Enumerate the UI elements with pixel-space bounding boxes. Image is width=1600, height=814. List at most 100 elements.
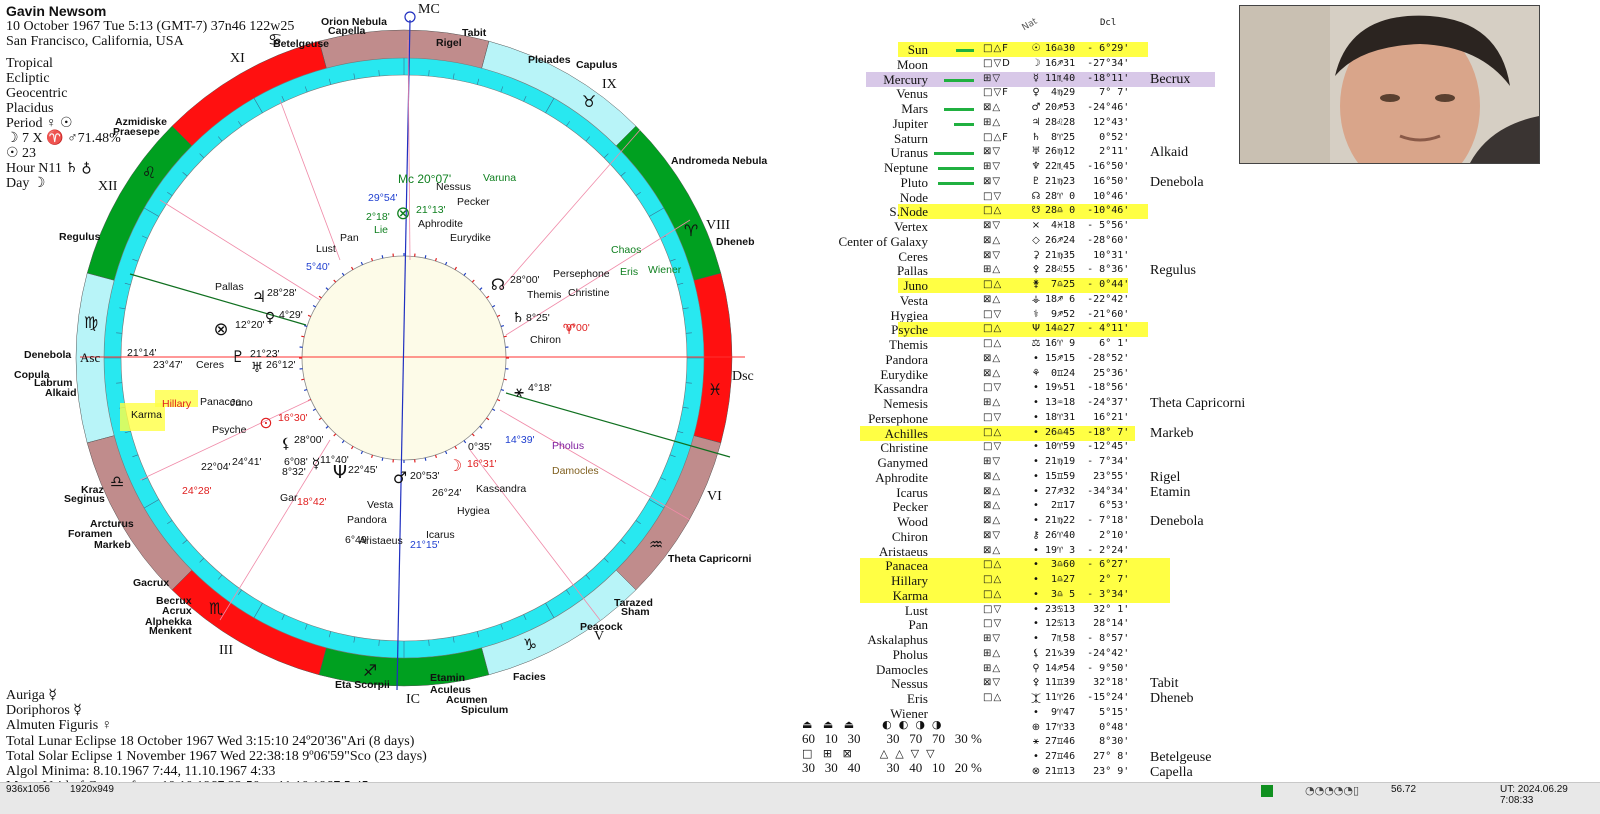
planet-row[interactable]: Eris□△⯰11♈26 -15°24'Dheneb	[800, 691, 1270, 706]
chart-point-label: Psyche	[212, 424, 247, 436]
planet-position: 21♍19 - 7°34'	[1045, 456, 1129, 467]
planet-position: 18♈31 16°21'	[1045, 412, 1129, 423]
planet-row[interactable]: Aphrodite⊠△•15♊59 23°55'Rigel	[800, 470, 1270, 485]
planet-row[interactable]: Ganymed⊞▽•21♍19 - 7°34'	[800, 455, 1270, 470]
planet-glyph-icon: •	[1026, 589, 1046, 600]
planet-row[interactable]: Chiron⊠▽⚷26♈40 2°10'	[800, 529, 1270, 544]
planet-row[interactable]: Ceres⊠▽⚳21♍35 10°31'	[800, 249, 1270, 264]
planet-glyph-icon: ◇	[1026, 235, 1046, 246]
aspect-symbols: ⊞▽	[983, 633, 1001, 644]
planet-row[interactable]: Damocles⊞△⚲14♐54 - 9°50'	[800, 662, 1270, 677]
planet-row[interactable]: Icarus⊠△•27♐32 -34°34'Etamin	[800, 485, 1270, 500]
planet-row[interactable]: Neptune⊞▽♆22♏45 -16°50'	[800, 160, 1270, 175]
planet-row[interactable]: Pandora⊠△•15♐15 -28°52'	[800, 352, 1270, 367]
planet-row[interactable]: Wood⊠△•21♍22 - 7°18'Denebola	[800, 514, 1270, 529]
planet-position: 15♊59 23°55'	[1045, 471, 1129, 482]
chart-point-label: 21°14'	[127, 347, 157, 359]
almuten-line: Almuten Figuris ♀	[6, 718, 112, 733]
planet-row[interactable]: Hygiea□▽⚕ 9♐52 -21°60'	[800, 308, 1270, 323]
planet-name: Vesta	[728, 293, 928, 309]
chart-point-label: 8°25'	[526, 312, 550, 324]
planet-position: 16♐31 -27°34'	[1045, 58, 1129, 69]
planet-glyph-icon: ♂	[1026, 102, 1046, 113]
planet-row[interactable]: Venus□▽F♀ 4♍29 7° 7'	[800, 86, 1270, 101]
aspect-symbols: ⊠△	[983, 235, 1001, 246]
planet-name: Themis	[728, 337, 928, 353]
planet-row[interactable]: Pecker⊠△• 2♊17 6°53'	[800, 499, 1270, 514]
status-green-indicator[interactable]	[1261, 785, 1273, 797]
aspect-symbols: □▽	[983, 382, 1002, 393]
planet-row[interactable]: Panacea□△• 3♎60 - 6°27'	[800, 558, 1270, 573]
aspect-symbols: □△	[983, 427, 1002, 438]
planet-row[interactable]: Uranus⊠▽♅26♍12 2°11'Alkaid	[800, 145, 1270, 160]
planet-row[interactable]: S.Node□△☋28♎ 0 -10°46'	[800, 204, 1270, 219]
aspect-symbols: ⊞▽	[983, 161, 1001, 172]
planet-position: 8♈25 0°52'	[1045, 132, 1129, 143]
planet-row[interactable]: Mars⊠△♂20♐53 -24°46'	[800, 101, 1270, 116]
fixed-star: Markeb	[1150, 426, 1194, 442]
planet-row[interactable]: Karma□△• 3♎ 5 - 3°34'	[800, 588, 1270, 603]
planet-row[interactable]: Eurydike⊠△⚘ 0♊24 25°36'	[800, 367, 1270, 382]
planet-position: 26♈40 2°10'	[1045, 530, 1129, 541]
status-zoom: 56.72	[1391, 784, 1416, 795]
inner-tick	[382, 255, 383, 258]
planet-row[interactable]: Pallas⊞△⚴28♌55 - 8°36'Regulus	[800, 263, 1270, 278]
planet-row[interactable]: Nessus⊠▽⚴11♊39 32°18'Tabit	[800, 676, 1270, 691]
chart-point-label: 28°28'	[267, 287, 297, 299]
planet-glyph-icon: ⚲	[1026, 663, 1046, 674]
aspect-symbols: □△	[983, 692, 1002, 703]
chart-point-label: Gar	[280, 492, 298, 504]
planet-glyph-icon: ⚹	[1026, 736, 1046, 747]
planet-row[interactable]: Pluto⊠▽♇21♍23 16°50'Denebola	[800, 175, 1270, 190]
planet-row[interactable]: Kassandra□▽•19♑51 -18°56'	[800, 381, 1270, 396]
planet-row[interactable]: Nemesis⊞△•13♒18 -24°37'Theta Capricorni	[800, 396, 1270, 411]
chart-point-label: Themis	[527, 289, 561, 301]
aspect-symbols: ⊞△	[983, 397, 1001, 408]
planet-row[interactable]: Psyche□△Ψ14♎27 - 4°11'	[800, 322, 1270, 337]
fixed-star: Rigel	[1150, 470, 1180, 486]
planet-row[interactable]: Pan□▽•12♋13 28°14'	[800, 617, 1270, 632]
status-toolbar-icons[interactable]: ◔◔◔◔◔▯	[1305, 784, 1359, 797]
planet-name: Nessus	[728, 676, 928, 692]
planet-row[interactable]: Moon□▽D☽16♐31 -27°34'	[800, 57, 1270, 72]
inner-tick	[504, 336, 507, 337]
planet-row[interactable]: Center of Galaxy⊠△◇26♐24 -28°60'	[800, 234, 1270, 249]
planet-name: Vertex	[728, 219, 928, 235]
aspect-symbols: ⊠▽	[983, 530, 1001, 541]
planet-row[interactable]: Node□▽☊28♈ 0 10°46'	[800, 190, 1270, 205]
planet-row[interactable]: Vertex⊠▽× 4♓18 - 5°56'	[800, 219, 1270, 234]
house-label: XI	[230, 51, 245, 66]
planet-glyph-icon: ☿	[1026, 73, 1046, 84]
planet-row[interactable]: Juno□△⚵ 7♎25 - 0°44'	[800, 278, 1270, 293]
planet-glyph-icon: ⊗	[1026, 766, 1046, 777]
star-label: Regulus	[59, 231, 101, 243]
planet-row[interactable]: Sun□△F☉16♎30 - 6°29'	[800, 42, 1270, 57]
planet-row[interactable]: Aristaeus⊠△•19♈ 3 - 2°24'	[800, 544, 1270, 559]
planet-row[interactable]: Vesta⊠△⚶18♐ 6 -22°42'	[800, 293, 1270, 308]
aspect-symbols: □△	[983, 559, 1002, 570]
chart-point-label: Varuna	[483, 172, 516, 184]
planet-row[interactable]: Lust□▽•23♋13 32° 1'	[800, 603, 1270, 618]
planet-row[interactable]: Themis□△⚖16♈ 9 6° 1'	[800, 337, 1270, 352]
planet-row[interactable]: Hillary□△• 1♎27 2° 7'	[800, 573, 1270, 588]
chart-point-label: 24°41'	[232, 456, 262, 468]
planet-row[interactable]: Askalaphus⊞▽• 7♏58 - 8°57'	[800, 632, 1270, 647]
planet-row[interactable]: Mercury⊞▽☿11♏40 -18°11'Becrux	[800, 72, 1270, 87]
planet-row[interactable]: Jupiter⊞△♃28♌28 12°43'	[800, 116, 1270, 131]
planet-glyph-icon: ♈	[563, 322, 576, 338]
house-label: Asc	[80, 350, 100, 365]
planet-position: 28♌28 12°43'	[1045, 117, 1129, 128]
planet-row[interactable]: Achilles□△•26♎45 -18° 7'Markeb	[800, 426, 1270, 441]
planet-row[interactable]: Christine□▽•10♈59 -12°45'	[800, 440, 1270, 455]
chart-point-label: 5°40'	[306, 261, 330, 273]
planet-row[interactable]: Pholus⊞△⚸21♑39 -24°42'	[800, 647, 1270, 662]
chart-point-label: Damocles	[552, 465, 599, 477]
inner-tick	[504, 379, 507, 380]
planet-glyph-icon: •	[1026, 574, 1046, 585]
planet-row[interactable]: Persephone□▽•18♈31 16°21'	[800, 411, 1270, 426]
person-name: Gavin Newsom	[6, 4, 294, 19]
planet-position: 17♈33 0°48'	[1045, 722, 1129, 733]
planet-row[interactable]: Saturn□△F♄ 8♈25 0°52'	[800, 131, 1270, 146]
fixed-star: Capella	[1150, 765, 1193, 781]
chart-point-label: 18°42'	[297, 496, 327, 508]
